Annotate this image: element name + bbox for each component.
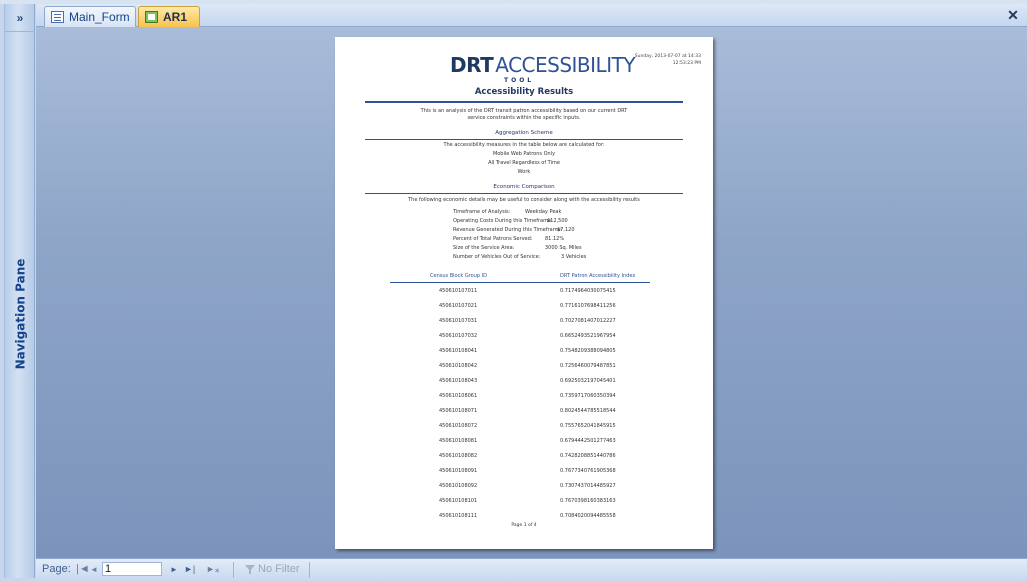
drt-logo: DRT ACCESSIBILITY — [450, 53, 636, 77]
table-cell-index: 0.7256460079487851 — [560, 363, 616, 369]
table-header-divider — [390, 282, 650, 283]
table-cell-index: 0.7557652041845915 — [560, 423, 616, 429]
aggregation-line-1: The accessibility measures in the table … — [443, 142, 605, 148]
page-label: Page: — [42, 563, 71, 575]
table-cell-id: 450610108061 — [439, 393, 478, 399]
economic-label: Operating Costs During this Timeframe: — [453, 218, 553, 224]
table-cell-id: 450610108042 — [439, 363, 478, 369]
table-cell-id: 450610107021 — [439, 303, 478, 309]
table-cell-id: 450610108091 — [439, 468, 478, 474]
page-number-input[interactable]: 1 — [102, 562, 162, 576]
table-cell-id: 450610108043 — [439, 378, 478, 384]
nav-pane-toggle-button[interactable]: » — [5, 4, 35, 32]
record-navigation-bar: Page: |◄ ◄ 1 ► ►| ►⁎ No Filter — [36, 558, 1027, 581]
close-icon[interactable]: ✕ — [1005, 7, 1021, 23]
aggregation-heading: Aggregation Scheme — [495, 130, 553, 136]
report-icon — [145, 11, 158, 23]
logo-drt-text: DRT — [450, 53, 494, 77]
report-timestamp: Sunday, 2013-07-07 at 14:33 12:53:23 PM — [635, 53, 701, 67]
form-icon — [51, 11, 64, 23]
logo-tool-text: TOOL — [504, 77, 535, 84]
table-cell-id: 450610107031 — [439, 318, 478, 324]
logo-accessibility-text: ACCESSIBILITY — [495, 53, 636, 77]
table-cell-id: 450610108092 — [439, 483, 478, 489]
navbar-separator — [233, 562, 234, 578]
economic-label: Revenue Generated During this Timeframe: — [453, 227, 563, 233]
column-header-block-group: Census Block Group ID — [430, 273, 487, 279]
last-page-button[interactable]: ►| — [184, 564, 195, 574]
nav-pane-label[interactable]: Navigation Pane — [7, 254, 33, 374]
stamp-time: 12:53:23 PM — [672, 61, 701, 66]
table-cell-index: 0.7677340761905368 — [560, 468, 616, 474]
aggregation-divider — [365, 139, 683, 140]
aggregation-line-3: All Travel Regardless of Time — [488, 160, 560, 166]
table-cell-index: 0.7359717060350394 — [560, 393, 616, 399]
next-page-button[interactable]: ► — [170, 565, 178, 574]
table-cell-index: 0.6794442501277463 — [560, 438, 616, 444]
economic-label: Number of Vehicles Out of Service: — [453, 254, 541, 260]
economic-label: Size of the Service Area: — [453, 245, 515, 251]
nav-pane-label-text: Navigation Pane — [13, 258, 27, 370]
table-cell-id: 450610108101 — [439, 498, 478, 504]
table-cell-id: 450610108111 — [439, 513, 478, 519]
navigation-pane[interactable]: » Navigation Pane — [4, 4, 35, 578]
aggregation-line-4: Work — [517, 169, 531, 175]
tab-main-form[interactable]: Main_Form — [44, 6, 136, 27]
no-filter-label: No Filter — [258, 563, 300, 575]
table-cell-id: 450610107011 — [439, 288, 478, 294]
economic-label: Percent of Total Patrons Served: — [453, 236, 533, 242]
economic-value: 81.12% — [545, 236, 565, 242]
economic-value: 3000 Sq. Miles — [545, 245, 582, 251]
economic-label: Timeframe of Analysis: — [453, 209, 511, 215]
table-cell-id: 450610108082 — [439, 453, 478, 459]
table-cell-id: 450610107032 — [439, 333, 478, 339]
table-cell-index: 0.7670398160383163 — [560, 498, 616, 504]
table-cell-index: 0.6652493521967954 — [560, 333, 616, 339]
tab-ar1[interactable]: AR1 — [138, 6, 200, 27]
filter-icon — [245, 564, 255, 574]
aggregation-line-2: Mobile Web Patrons Only — [492, 151, 556, 157]
report-page-footer: Page 1 of 4 — [511, 523, 537, 528]
tab-ar1-label: AR1 — [163, 10, 188, 24]
tab-main-form-label: Main_Form — [69, 10, 130, 24]
intro-line-2: service constraints within the specific … — [467, 115, 581, 121]
table-cell-index: 0.7428208851440786 — [560, 453, 616, 459]
table-cell-index: 0.7548209388094805 — [560, 348, 616, 354]
table-cell-index: 0.7027081407012227 — [560, 318, 616, 324]
navbar-separator — [309, 562, 310, 578]
economic-heading: Economic Comparison — [493, 184, 555, 190]
new-record-button[interactable]: ►⁎ — [206, 564, 219, 575]
table-cell-id: 450610108072 — [439, 423, 478, 429]
title-divider — [365, 101, 683, 103]
table-cell-id: 450610108071 — [439, 408, 478, 414]
table-cell-index: 0.6925032197045401 — [560, 378, 616, 384]
table-cell-id: 450610108041 — [439, 348, 478, 354]
economic-value: $12,500 — [547, 218, 568, 224]
economic-value: 3 Vehicles — [561, 254, 587, 260]
previous-page-button[interactable]: ◄ — [90, 565, 98, 574]
table-cell-index: 0.7174964030075415 — [560, 288, 616, 294]
report-preview-area[interactable]: DRT ACCESSIBILITY TOOL Sunday, 2013-07-0… — [36, 27, 1027, 558]
table-cell-index: 0.7716107698411256 — [560, 303, 616, 309]
first-page-button[interactable]: |◄ — [76, 563, 90, 575]
column-header-accessibility-index: DRT Patron Accessibility Index — [560, 273, 636, 279]
table-cell-index: 0.7307437014485927 — [560, 483, 616, 489]
table-cell-index: 0.8024544785518544 — [560, 408, 616, 414]
stamp-date: Sunday, 2013-07-07 at 14:33 — [634, 54, 701, 59]
table-cell-index: 0.7084020094485558 — [560, 513, 616, 519]
no-filter-button[interactable]: No Filter — [245, 563, 300, 575]
table-cell-id: 450610108081 — [439, 438, 478, 444]
document-tab-strip: Main_Form AR1 ✕ — [36, 4, 1027, 27]
report-title: Accessibility Results — [474, 87, 574, 97]
economic-intro: The following economic details may be us… — [408, 197, 640, 203]
report-page: DRT ACCESSIBILITY TOOL Sunday, 2013-07-0… — [335, 37, 713, 549]
economic-value: $7,120 — [557, 227, 575, 233]
economic-divider — [365, 193, 683, 194]
intro-line-1: This is an analysis of the DRT transit p… — [420, 108, 628, 114]
economic-value: Weekday Peak — [525, 209, 562, 215]
